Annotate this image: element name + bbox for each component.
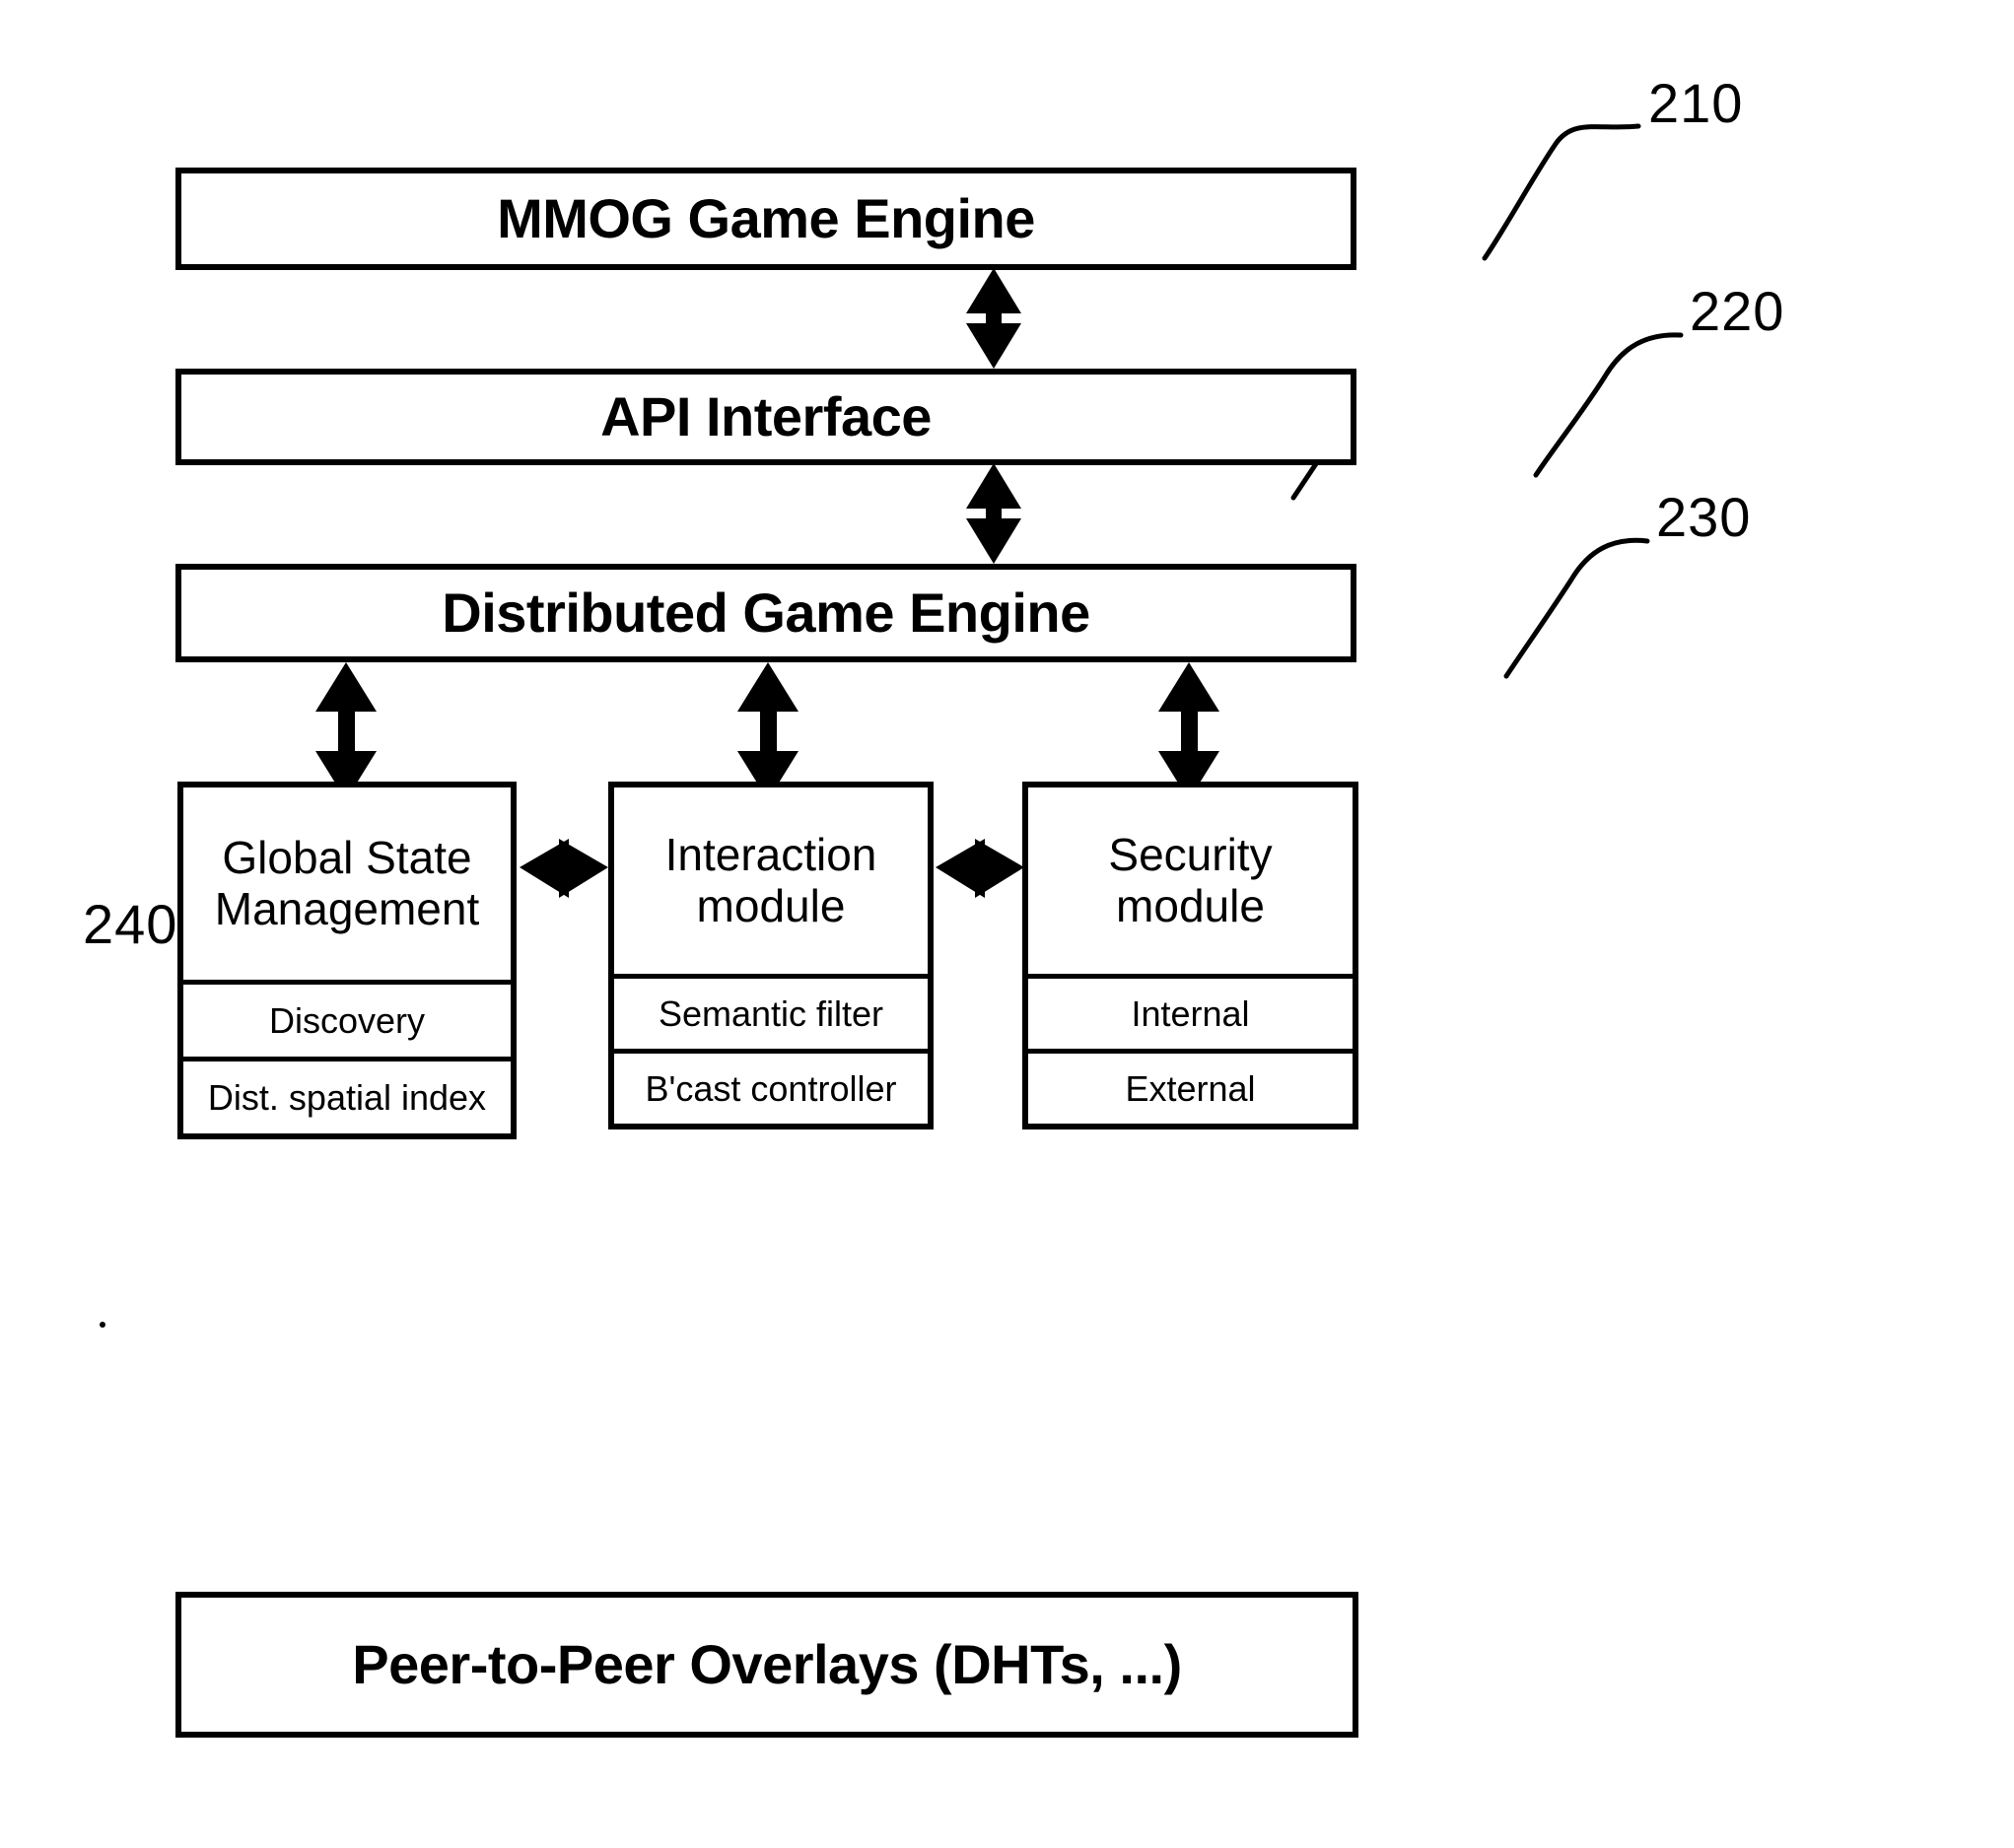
layer-box-peer-to-peer-overlays[interactable]: Peer-to-Peer Overlays (DHTs, ...): [175, 1592, 1358, 1738]
module-subitem-bcast-controller[interactable]: B'cast controller: [614, 1049, 928, 1124]
arrow-dge-global-state: [315, 662, 377, 800]
reference-numeral-230: 230: [1656, 486, 1752, 548]
layer-box-api-interface[interactable]: API Interface: [175, 369, 1356, 465]
arrow-api-dge: [966, 463, 1021, 564]
layer-title-peer-to-peer-overlays: Peer-to-Peer Overlays (DHTs, ...): [352, 1632, 1182, 1695]
layer-title-distributed-game-engine: Distributed Game Engine: [442, 581, 1090, 644]
figure-canvas: MMOG Game Engine API Interface Distribut…: [0, 0, 2014, 1848]
module-box-global-state-management[interactable]: Global State Management Discovery Dist. …: [177, 782, 517, 1139]
layer-box-mmog-game-engine[interactable]: MMOG Game Engine: [175, 168, 1356, 270]
reference-numeral-210: 210: [1648, 72, 1744, 134]
module-box-interaction-module[interactable]: Interaction module Semantic filter B'cas…: [608, 782, 934, 1129]
reference-numeral-220: 220: [1690, 280, 1785, 342]
module-box-security-module[interactable]: Security module Internal External: [1022, 782, 1358, 1129]
arrow-mmog-api: [966, 268, 1021, 369]
module-subitem-label-semantic-filter: Semantic filter: [658, 992, 884, 1034]
module-subitem-label-discovery: Discovery: [268, 999, 426, 1041]
module-subitem-discovery[interactable]: Discovery: [183, 980, 511, 1057]
module-title-line2-security-module: module: [1116, 879, 1265, 931]
module-subitem-label-external: External: [1125, 1067, 1256, 1109]
module-subitem-semantic-filter[interactable]: Semantic filter: [614, 974, 928, 1049]
module-subitem-label-dist-spatial-index: Dist. spatial index: [207, 1076, 487, 1118]
arrow-global-interaction: [520, 839, 608, 898]
module-header-interaction-module: Interaction module: [614, 787, 928, 974]
module-header-global-state-management: Global State Management: [183, 787, 511, 980]
layer-title-mmog-game-engine: MMOG Game Engine: [497, 186, 1035, 249]
leader-line-220: [1533, 332, 1684, 478]
module-subitem-label-bcast-controller: B'cast controller: [645, 1067, 897, 1109]
layer-box-distributed-game-engine[interactable]: Distributed Game Engine: [175, 564, 1356, 662]
layer-title-api-interface: API Interface: [600, 384, 932, 447]
module-title-line2-global-state-management: Management: [214, 882, 480, 934]
module-title-line1-interaction-module: Interaction: [664, 828, 877, 880]
module-subitem-internal[interactable]: Internal: [1028, 974, 1353, 1049]
scan-artifact-dot: [100, 1322, 105, 1328]
arrow-interaction-security: [936, 839, 1024, 898]
leader-line-210: [1482, 123, 1641, 261]
arrow-dge-interaction: [737, 662, 799, 800]
module-subitem-dist-spatial-index[interactable]: Dist. spatial index: [183, 1057, 511, 1133]
reference-numeral-240: 240: [83, 893, 178, 955]
module-title-line1-security-module: Security: [1108, 828, 1273, 880]
arrow-dge-security: [1158, 662, 1219, 800]
module-title-line1-global-state-management: Global State: [222, 831, 472, 883]
leader-line-230: [1503, 537, 1650, 679]
module-subitem-label-internal: Internal: [1131, 992, 1250, 1034]
module-title-line2-interaction-module: module: [696, 879, 846, 931]
module-subitem-external[interactable]: External: [1028, 1049, 1353, 1124]
module-header-security-module: Security module: [1028, 787, 1353, 974]
